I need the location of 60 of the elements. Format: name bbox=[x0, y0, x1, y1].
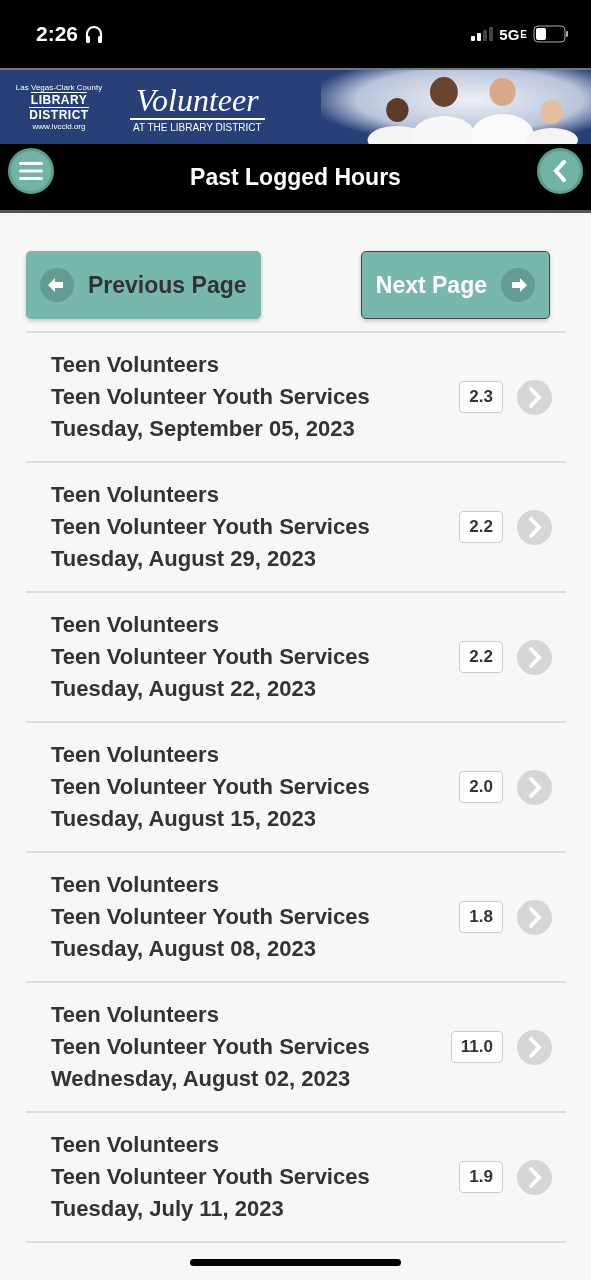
chevron-right-icon bbox=[517, 509, 552, 545]
entry-role: Teen Volunteer Youth Services bbox=[51, 513, 371, 541]
signal-icon bbox=[471, 27, 494, 41]
page-title: Past Logged Hours bbox=[190, 163, 401, 191]
entry-role: Teen Volunteer Youth Services bbox=[51, 1163, 371, 1191]
chevron-right-icon bbox=[517, 639, 552, 675]
entry-date: Tuesday, August 08, 2023 bbox=[51, 935, 317, 963]
entry-group: Teen Volunteers bbox=[51, 999, 451, 1031]
log-entry[interactable]: Teen Volunteers Teen Volunteer Youth Services Tuesday, August 15, 2023 2.0 bbox=[26, 723, 566, 853]
menu-button[interactable] bbox=[8, 148, 54, 194]
entry-group: Teen Volunteers bbox=[51, 1129, 460, 1161]
back-chevron-icon bbox=[553, 160, 567, 182]
entry-role: Teen Volunteer Youth Services bbox=[51, 903, 371, 931]
entry-date: Wednesday, August 02, 2023 bbox=[51, 1065, 352, 1093]
previous-page-button[interactable]: Previous Page bbox=[26, 251, 261, 319]
menu-icon bbox=[19, 162, 43, 180]
entry-role: Teen Volunteer Youth Services bbox=[51, 1033, 371, 1061]
hours-badge: 1.9 bbox=[459, 1161, 503, 1193]
entry-date: Tuesday, September 05, 2023 bbox=[51, 415, 356, 443]
hours-badge: 11.0 bbox=[450, 1031, 503, 1063]
entry-group: Teen Volunteers bbox=[51, 739, 460, 771]
log-entry[interactable]: Teen Volunteers Teen Volunteer Youth Services Tuesday, July 11, 2023 1.9 bbox=[26, 1113, 566, 1243]
hours-badge: 2.2 bbox=[459, 641, 503, 673]
headphones-icon bbox=[84, 24, 105, 44]
banner-title: Volunteer bbox=[130, 81, 265, 120]
logo-caption: Las Vegas-Clark County bbox=[15, 83, 103, 92]
battery-icon bbox=[533, 25, 569, 43]
log-entry[interactable]: Teen Volunteers Teen Volunteer Youth Services Tuesday, August 29, 2023 2.2 bbox=[26, 463, 566, 593]
logo-text: LIBRARY bbox=[30, 92, 88, 107]
entry-role: Teen Volunteer Youth Services bbox=[51, 643, 371, 671]
entry-group: Teen Volunteers bbox=[51, 609, 460, 641]
back-button[interactable] bbox=[537, 148, 583, 194]
hours-badge: 2.0 bbox=[459, 771, 503, 803]
entry-role: Teen Volunteer Youth Services bbox=[51, 383, 371, 411]
network-label: 5G bbox=[499, 25, 520, 43]
entry-date: Tuesday, August 29, 2023 bbox=[51, 545, 317, 573]
network-suffix: E bbox=[520, 28, 527, 40]
hours-badge: 1.8 bbox=[459, 901, 503, 933]
hours-badge: 2.3 bbox=[459, 381, 503, 413]
entry-date: Tuesday, August 15, 2023 bbox=[51, 805, 317, 833]
hours-badge: 2.2 bbox=[459, 511, 503, 543]
entry-group: Teen Volunteers bbox=[51, 869, 460, 901]
log-entry[interactable]: Teen Volunteers Teen Volunteer Youth Services Wednesday, August 02, 2023 11.0 bbox=[26, 983, 566, 1113]
log-entry[interactable]: Teen Volunteers Teen Volunteer Youth Services Tuesday, August 08, 2023 1.8 bbox=[26, 853, 566, 983]
log-entry[interactable]: Teen Volunteers Teen Volunteer Youth Services Tuesday, September 05, 2023 2.3 bbox=[26, 333, 566, 463]
entry-date: Tuesday, July 11, 2023 bbox=[51, 1195, 285, 1223]
chevron-right-icon bbox=[517, 899, 552, 935]
chevron-right-icon bbox=[517, 379, 552, 415]
log-entry[interactable]: Teen Volunteers Teen Volunteer Youth Services Tuesday, August 22, 2023 2.2 bbox=[26, 593, 566, 723]
chevron-right-icon bbox=[517, 1029, 552, 1065]
entry-group: Teen Volunteers bbox=[51, 349, 460, 381]
chevron-right-icon bbox=[517, 769, 552, 805]
chevron-right-icon bbox=[517, 1159, 552, 1195]
entry-date: Tuesday, August 22, 2023 bbox=[51, 675, 317, 703]
logo-text: DISTRICT bbox=[29, 107, 89, 122]
logo-url: www.lvccld.org bbox=[32, 122, 86, 131]
clock-time: 2:26 bbox=[36, 22, 79, 46]
entry-role: Teen Volunteer Youth Services bbox=[51, 773, 371, 801]
banner-subtitle: AT THE LIBRARY DISTRICT bbox=[133, 121, 262, 133]
entry-group: Teen Volunteers bbox=[51, 479, 460, 511]
